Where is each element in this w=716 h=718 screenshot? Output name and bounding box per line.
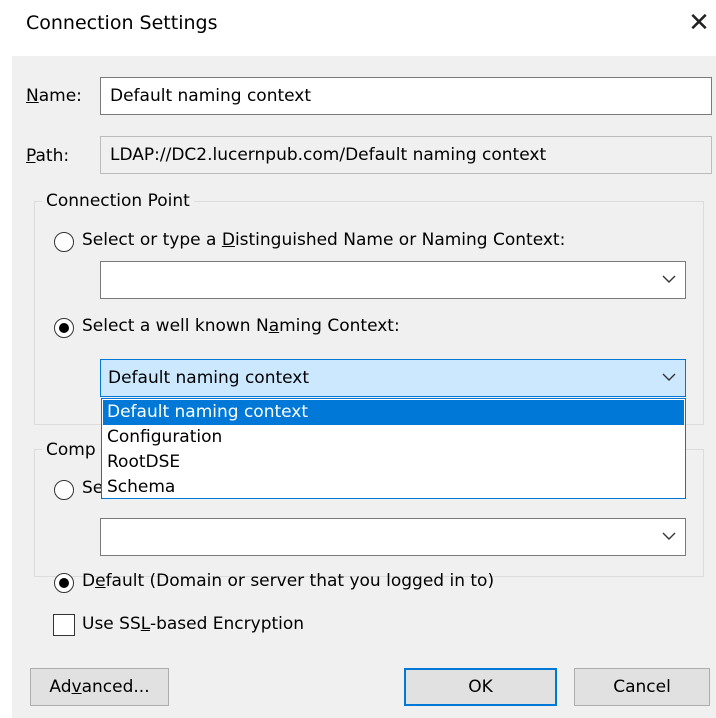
- naming-context-dropdown: Default naming context Configuration Roo…: [101, 398, 686, 499]
- connection-point-title: Connection Point: [42, 191, 194, 211]
- dialog-title: Connection Settings: [26, 12, 218, 34]
- close-icon[interactable]: ✕: [686, 8, 712, 38]
- well-known-context-combo-value: Default naming context: [108, 368, 310, 388]
- ok-button[interactable]: OK: [404, 668, 557, 706]
- default-domain-label: Default (Domain or server that you logge…: [82, 571, 495, 591]
- computer-group-title: Comp: [42, 440, 100, 460]
- default-domain-radio[interactable]: [54, 573, 74, 593]
- dropdown-option-configuration[interactable]: Configuration: [103, 425, 684, 450]
- name-label: Name:: [26, 86, 82, 106]
- path-field: LDAP://DC2.lucernpub.com/Default naming …: [100, 136, 712, 174]
- radio-selected-dot: [59, 578, 69, 588]
- name-input[interactable]: Default naming context: [100, 77, 712, 115]
- computer-select-radio[interactable]: [54, 480, 74, 500]
- chevron-down-icon: [662, 532, 676, 540]
- radio-selected-dot: [59, 323, 69, 333]
- distinguished-name-label: Select or type a Distinguished Name or N…: [82, 230, 566, 250]
- well-known-context-label: Select a well known Naming Context:: [82, 316, 400, 336]
- dropdown-option-rootdse[interactable]: RootDSE: [103, 450, 684, 475]
- cancel-button[interactable]: Cancel: [574, 668, 710, 706]
- ssl-label: Use SSL-based Encryption: [82, 614, 305, 634]
- chevron-down-icon: [662, 373, 676, 381]
- chevron-down-icon: [662, 275, 676, 283]
- advanced-button[interactable]: Advanced...: [30, 668, 169, 706]
- distinguished-name-radio[interactable]: [54, 232, 74, 252]
- dropdown-option-schema[interactable]: Schema: [103, 475, 684, 500]
- distinguished-name-combo[interactable]: [100, 261, 686, 299]
- well-known-context-combo[interactable]: Default naming context: [100, 359, 686, 397]
- well-known-context-radio[interactable]: [54, 318, 74, 338]
- path-label: Path:: [26, 146, 70, 166]
- dropdown-option-default-naming-context[interactable]: Default naming context: [103, 400, 684, 425]
- computer-combo[interactable]: [100, 518, 686, 556]
- ssl-checkbox[interactable]: [53, 614, 75, 636]
